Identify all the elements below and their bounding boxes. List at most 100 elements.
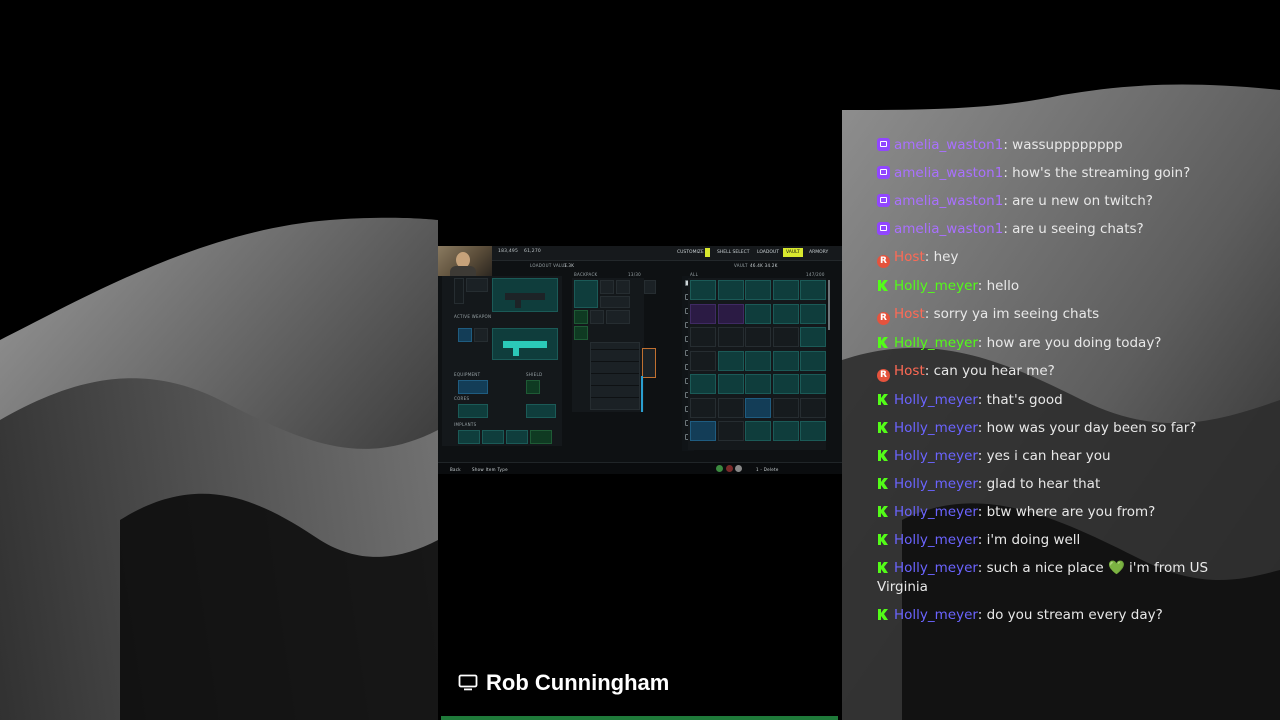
chat-username[interactable]: Holly_meyer (894, 392, 978, 408)
vault-item[interactable] (717, 397, 744, 418)
backpack-scrollbar[interactable] (641, 376, 643, 412)
vault-item[interactable] (690, 350, 716, 371)
mod-slot-b[interactable] (474, 328, 488, 342)
chat-username[interactable]: Holly_meyer (894, 560, 978, 576)
implant-slot-c[interactable] (506, 430, 528, 444)
webcam-overlay (438, 246, 492, 276)
vault-item[interactable] (717, 350, 744, 371)
chat-username[interactable]: amelia_waston1 (894, 165, 1003, 181)
chat-overlay: amelia_waston1: wassupppppppp amelia_wast… (877, 136, 1237, 634)
implant-slot-a[interactable] (458, 430, 480, 444)
chat-username[interactable]: Holly_meyer (894, 504, 978, 520)
vault-item[interactable] (717, 280, 744, 300)
backpack-side-item[interactable] (642, 348, 656, 378)
vault-item[interactable] (717, 327, 744, 347)
vault-item[interactable] (772, 421, 799, 441)
vault-item[interactable] (800, 280, 826, 300)
backpack-item-c[interactable] (600, 296, 630, 308)
vault-item[interactable] (745, 327, 771, 347)
implant-slot-b[interactable] (482, 430, 504, 444)
back-button[interactable]: Back (450, 467, 461, 472)
tab-loadout[interactable]: LOADOUT (754, 248, 782, 257)
kick-icon (877, 505, 890, 518)
chat-username[interactable]: Holly_meyer (894, 448, 978, 464)
chat-text: do you stream every day? (986, 607, 1163, 623)
kick-icon (877, 449, 890, 462)
backpack-item-a[interactable] (600, 280, 614, 294)
mod-slot-a[interactable] (458, 328, 472, 342)
equipment-slot[interactable] (458, 380, 488, 394)
vault-item[interactable] (690, 280, 716, 300)
vault-scrollbar[interactable] (828, 280, 830, 330)
backpack-item-g[interactable] (574, 326, 588, 340)
chat-username[interactable]: Holly_meyer (894, 607, 978, 623)
primary-weapon-slot[interactable] (492, 278, 558, 312)
vault-item[interactable] (745, 280, 771, 300)
backpack-item-b[interactable] (616, 280, 630, 294)
shield-slot[interactable] (526, 380, 540, 394)
vault-item[interactable] (745, 397, 771, 418)
vault-item[interactable] (745, 421, 771, 441)
chat-username[interactable]: amelia_waston1 (894, 137, 1003, 153)
chat-username[interactable]: Holly_meyer (894, 476, 978, 492)
vault-item[interactable] (800, 303, 826, 324)
core-slot-b[interactable] (526, 404, 556, 418)
vault-item[interactable] (772, 374, 799, 394)
chat-username[interactable]: Host (894, 249, 925, 265)
vault-item[interactable] (690, 374, 716, 394)
vault-item[interactable] (745, 374, 771, 394)
chat-username[interactable]: Host (894, 306, 925, 322)
vault-item[interactable] (800, 374, 826, 394)
chat-username[interactable]: Holly_meyer (894, 532, 978, 548)
tab-shell-select[interactable]: SHELL SELECT (714, 248, 752, 257)
backpack-item-d[interactable] (574, 310, 588, 324)
weapon-slot-b[interactable] (466, 278, 488, 292)
vault-item[interactable] (690, 421, 716, 441)
chat-username[interactable]: Holly_meyer (894, 278, 978, 294)
chat-username[interactable]: amelia_waston1 (894, 193, 1003, 209)
vault-item[interactable] (800, 327, 826, 347)
vault-item[interactable] (690, 303, 716, 324)
loadout-panel: ACTIVE WEAPON EQUIPMENT SHIELD CORES IMP… (442, 276, 562, 446)
vault-item[interactable] (690, 327, 716, 347)
vault-item[interactable] (717, 421, 744, 441)
implant-slot-d[interactable] (530, 430, 552, 444)
vault-item[interactable] (800, 397, 826, 418)
backpack-item-f[interactable] (606, 310, 630, 324)
tab-armory[interactable]: ARMORY (806, 248, 831, 257)
vault-item[interactable] (690, 397, 716, 418)
vault-item[interactable] (800, 421, 826, 441)
weapon-slot-a[interactable] (454, 278, 464, 304)
vault-values: 46.4K 34.2K (750, 263, 778, 268)
vault-item[interactable] (745, 350, 771, 371)
chat-username[interactable]: amelia_waston1 (894, 221, 1003, 237)
core-slot-a[interactable] (458, 404, 488, 418)
currency-orb-icon-3 (735, 465, 742, 472)
vault-item[interactable] (800, 350, 826, 371)
chat-message: Holly_meyer: glad to hear that (877, 475, 1237, 494)
vault-item[interactable] (717, 303, 744, 324)
vault-item[interactable] (772, 303, 799, 324)
backpack-item-e[interactable] (590, 310, 604, 324)
chat-message: Holly_meyer: that's good (877, 391, 1237, 410)
tab-customize[interactable]: CUSTOMIZE (674, 248, 707, 257)
backpack-side-slot[interactable] (644, 280, 656, 294)
vault-item[interactable] (772, 327, 799, 347)
loadout-value-label: LOADOUT VALUE (530, 263, 568, 268)
chat-username[interactable]: Holly_meyer (894, 420, 978, 436)
vault-item[interactable] (717, 374, 744, 394)
chat-username[interactable]: Holly_meyer (894, 335, 978, 351)
kick-icon (877, 477, 890, 490)
green-heart-icon: 💚 (1107, 560, 1125, 576)
implants-label: IMPLANTS (454, 422, 477, 427)
vault-item[interactable] (745, 303, 771, 324)
backpack-item-skull[interactable] (574, 280, 598, 308)
tab-vault[interactable]: VAULT (783, 248, 803, 257)
secondary-weapon-slot[interactable] (492, 328, 558, 360)
chat-username[interactable]: Host (894, 363, 925, 379)
vault-item[interactable] (772, 350, 799, 371)
chat-text: can you hear me? (933, 363, 1055, 379)
vault-item[interactable] (772, 397, 799, 418)
show-item-type-toggle[interactable]: Show Item Type (472, 467, 508, 472)
vault-item[interactable] (772, 280, 799, 300)
